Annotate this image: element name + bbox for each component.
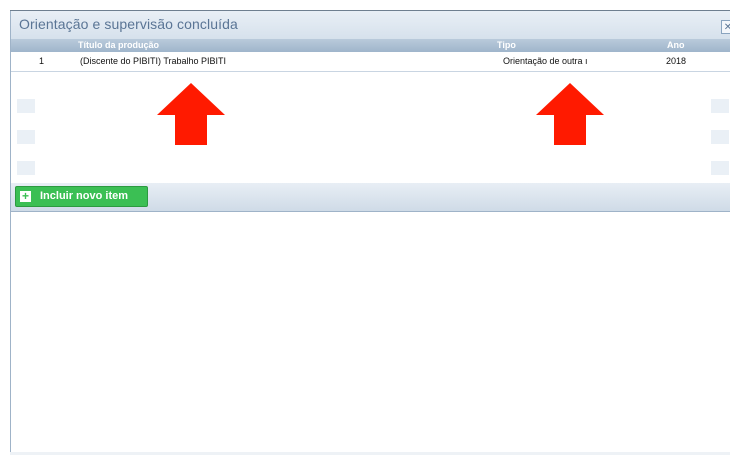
panel-title: Orientação e supervisão concluída — [19, 16, 238, 32]
red-arrow-up-icon — [157, 83, 225, 145]
row-index: 1 — [39, 56, 45, 66]
empty-row-stub-left — [17, 130, 35, 144]
column-header-ano[interactable]: Ano — [667, 39, 685, 52]
empty-row-stub-left — [17, 161, 35, 175]
table-header: Título da produção Tipo Ano — [11, 39, 730, 52]
red-arrow-up-icon — [536, 83, 604, 145]
close-icon[interactable]: ✕ — [721, 20, 730, 34]
table-row[interactable]: 1 (Discente do PIBITI) Trabalho PIBITI O… — [11, 52, 730, 72]
add-item-label: Incluir novo item — [40, 190, 129, 202]
add-item-button[interactable]: + Incluir novo item — [15, 186, 148, 207]
column-header-titulo[interactable]: Título da produção — [78, 39, 159, 52]
plus-icon: + — [20, 189, 31, 203]
production-table: Título da produção Tipo Ano 1 (Discente … — [11, 39, 730, 183]
panel-titlebar: Orientação e supervisão concluída ✕ — [11, 11, 730, 39]
row-titulo: (Discente do PIBITI) Trabalho PIBITI — [80, 56, 227, 66]
row-ano: 2018 — [666, 56, 687, 66]
empty-row-stub-right — [711, 161, 729, 175]
empty-row-stub-right — [711, 130, 729, 144]
row-tipo: Orientação de outra ı — [503, 56, 588, 66]
panel-toolbar: + Incluir novo item — [11, 183, 730, 212]
column-header-tipo[interactable]: Tipo — [497, 39, 516, 52]
dialog-panel: Orientação e supervisão concluída ✕ Títu… — [10, 11, 730, 455]
empty-row-stub-left — [17, 99, 35, 113]
empty-row-stub-right — [711, 99, 729, 113]
